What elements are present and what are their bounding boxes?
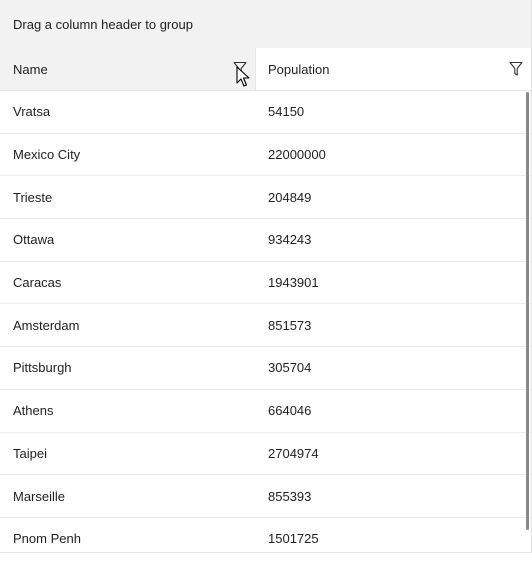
- cell-population[interactable]: 305704: [256, 360, 531, 375]
- cell-name[interactable]: Pittsburgh: [0, 360, 256, 375]
- table-row[interactable]: Trieste 204849: [0, 176, 531, 220]
- cell-name[interactable]: Amsterdam: [0, 318, 256, 333]
- column-header-name[interactable]: Name: [0, 48, 256, 90]
- table-row[interactable]: Athens 664046: [0, 390, 531, 433]
- filter-icon[interactable]: [233, 61, 247, 77]
- cell-population[interactable]: 855393: [256, 489, 531, 504]
- table-row[interactable]: Amsterdam 851573: [0, 304, 531, 348]
- header-row: Name Population: [0, 48, 531, 91]
- cell-population[interactable]: 22000000: [256, 147, 531, 162]
- cell-population[interactable]: 934243: [256, 232, 531, 247]
- cell-population[interactable]: 1501725: [256, 531, 531, 546]
- cell-name[interactable]: Athens: [0, 403, 256, 418]
- data-grid: Drag a column header to group Name Popul…: [0, 0, 532, 553]
- vertical-scrollbar[interactable]: [526, 92, 529, 530]
- cell-name[interactable]: Pnom Penh: [0, 531, 256, 546]
- table-row[interactable]: Taipei 2704974: [0, 433, 531, 476]
- group-panel[interactable]: Drag a column header to group: [0, 0, 531, 48]
- cell-name[interactable]: Taipei: [0, 446, 256, 461]
- group-panel-hint: Drag a column header to group: [13, 16, 193, 32]
- cell-population[interactable]: 1943901: [256, 275, 531, 290]
- cell-name[interactable]: Caracas: [0, 275, 256, 290]
- cell-name[interactable]: Ottawa: [0, 232, 256, 247]
- filter-icon[interactable]: [509, 61, 523, 77]
- cell-name[interactable]: Vratsa: [0, 104, 256, 119]
- table-row[interactable]: Ottawa 934243: [0, 219, 531, 262]
- table-row[interactable]: Vratsa 54150: [0, 91, 531, 134]
- cell-population[interactable]: 204849: [256, 190, 531, 205]
- column-header-population[interactable]: Population: [256, 48, 531, 90]
- cell-population[interactable]: 54150: [256, 104, 531, 119]
- column-header-label: Name: [13, 61, 48, 77]
- table-row[interactable]: Marseille 855393: [0, 475, 531, 518]
- cell-population[interactable]: 2704974: [256, 446, 531, 461]
- cell-name[interactable]: Mexico City: [0, 147, 256, 162]
- table-row[interactable]: Pittsburgh 305704: [0, 347, 531, 390]
- table-row[interactable]: Mexico City 22000000: [0, 134, 531, 177]
- cell-population[interactable]: 851573: [256, 318, 531, 333]
- column-header-label: Population: [268, 61, 330, 77]
- table-row[interactable]: Caracas 1943901: [0, 262, 531, 305]
- cell-name[interactable]: Marseille: [0, 489, 256, 504]
- cell-population[interactable]: 664046: [256, 403, 531, 418]
- grid-rows: Vratsa 54150 Mexico City 22000000 Trieste 204…: [0, 91, 531, 552]
- table-row[interactable]: Pnom Penh 1501725: [0, 518, 531, 552]
- cell-name[interactable]: Trieste: [0, 190, 256, 205]
